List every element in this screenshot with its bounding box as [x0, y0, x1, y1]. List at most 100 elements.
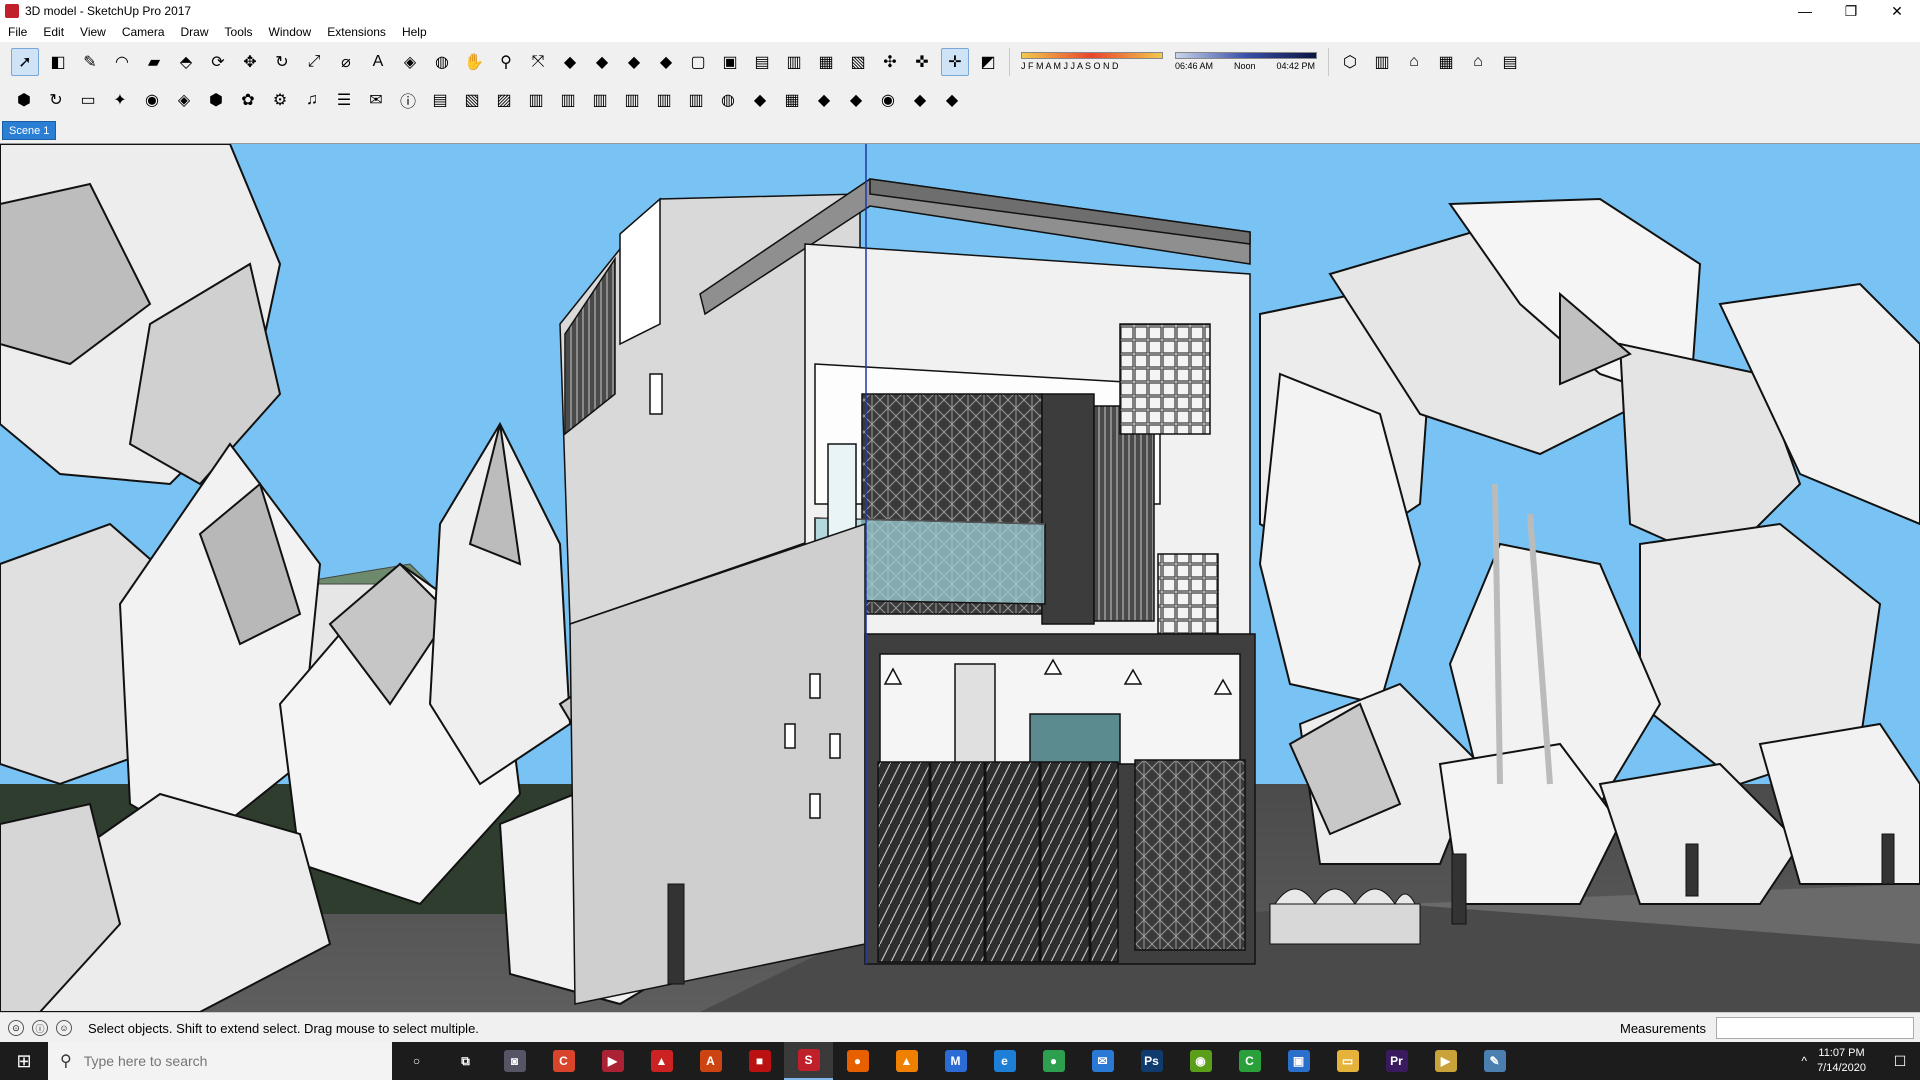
rotate-tool-icon[interactable]: ↻ [269, 49, 295, 75]
notification-icon[interactable]: ☐ [1880, 1053, 1920, 1070]
minimize-button[interactable]: — [1782, 0, 1828, 22]
push-pull-tool-icon[interactable]: ⬘ [173, 49, 199, 75]
panel-layout-1-icon[interactable]: ▥ [523, 87, 549, 113]
3d-warehouse-icon[interactable]: ◆ [557, 49, 583, 75]
vray-proxy-icon[interactable]: ◈ [171, 87, 197, 113]
menu-edit[interactable]: Edit [35, 25, 72, 39]
scale-tool-icon[interactable]: ⤢ [301, 49, 327, 75]
eraser-tool-icon[interactable]: ◧ [45, 49, 71, 75]
sandbox-smoove-icon[interactable]: ◆ [811, 87, 837, 113]
export-web-icon[interactable]: ▨ [491, 87, 517, 113]
move-tool-icon[interactable]: ✥ [237, 49, 263, 75]
close-button[interactable]: ✕ [1874, 0, 1920, 22]
vray-settings-icon[interactable]: ⚙ [267, 87, 293, 113]
taskbar-app[interactable]: ✉ [1078, 1042, 1127, 1080]
month-slider[interactable] [1021, 52, 1163, 59]
orbit-tool-icon[interactable]: ◍ [429, 49, 455, 75]
time-slider[interactable] [1175, 52, 1317, 59]
search-input[interactable] [81, 1052, 366, 1070]
sandbox-stamp-icon[interactable]: ◆ [843, 87, 869, 113]
panel-layout-5-icon[interactable]: ▥ [651, 87, 677, 113]
menu-tools[interactable]: Tools [217, 25, 261, 39]
tape-measure-tool-icon[interactable]: ⌀ [333, 49, 359, 75]
shaded-style-icon[interactable]: ▦ [813, 49, 839, 75]
taskbar-app[interactable]: ● [833, 1042, 882, 1080]
wireframe-style-icon[interactable]: ▤ [749, 49, 775, 75]
sliders-icon[interactable]: ☰ [331, 87, 357, 113]
back-view-icon[interactable]: ⌂ [1465, 49, 1491, 75]
offset-tool-icon[interactable]: ⟳ [205, 49, 231, 75]
model-scene[interactable] [0, 144, 1920, 1012]
taskbar-search[interactable]: ⚲ [48, 1042, 392, 1080]
taskbar-app[interactable]: e [980, 1042, 1029, 1080]
sandbox-flip-edge-icon[interactable]: ◆ [939, 87, 965, 113]
shadows-toggle-icon[interactable]: ◩ [975, 49, 1001, 75]
front-view-icon[interactable]: ⌂ [1401, 49, 1427, 75]
panel-layout-2-icon[interactable]: ▥ [555, 87, 581, 113]
taskbar-app[interactable]: ▲ [882, 1042, 931, 1080]
taskbar-app[interactable]: ✎ [1470, 1042, 1519, 1080]
back-edges-style-icon[interactable]: ▣ [717, 49, 743, 75]
restore-button[interactable]: ❐ [1828, 0, 1874, 22]
audio-icon[interactable]: ♫ [299, 87, 325, 113]
line-tool-icon[interactable]: ✎ [77, 49, 103, 75]
display-section-cuts-icon[interactable]: ✛ [941, 47, 969, 76]
menu-draw[interactable]: Draw [173, 25, 217, 39]
hidden-line-style-icon[interactable]: ▥ [781, 49, 807, 75]
layout-icon[interactable]: ◆ [621, 49, 647, 75]
clock[interactable]: 11:07 PM 7/14/2020 [1817, 1046, 1866, 1076]
shadow-settings[interactable]: J F M A M J J A S O N D 06:46 AM Noon 04… [1021, 52, 1317, 71]
tray-expand-icon[interactable]: ^ [1801, 1054, 1807, 1068]
extension-warehouse-icon[interactable]: ◆ [589, 49, 615, 75]
sandbox-from-scratch-icon[interactable]: ▦ [779, 87, 805, 113]
panel-layout-4-icon[interactable]: ▥ [619, 87, 645, 113]
taskbar-app[interactable]: M [931, 1042, 980, 1080]
taskbar-app[interactable]: S [784, 1042, 833, 1080]
taskbar-app[interactable]: ▲ [637, 1042, 686, 1080]
taskbar-app[interactable]: A [686, 1042, 735, 1080]
measurements-input[interactable] [1716, 1017, 1914, 1039]
vray-camera-icon[interactable]: ◉ [139, 87, 165, 113]
panel-layout-3-icon[interactable]: ▥ [587, 87, 613, 113]
taskbar-app[interactable]: ◙ [490, 1042, 539, 1080]
panel-layout-6-icon[interactable]: ▥ [683, 87, 709, 113]
menu-extensions[interactable]: Extensions [319, 25, 394, 39]
vray-interactive-icon[interactable]: ↻ [43, 87, 69, 113]
user-icon[interactable]: ☺ [56, 1020, 72, 1036]
rectangle-tool-icon[interactable]: ▰ [141, 49, 167, 75]
menu-file[interactable]: File [0, 25, 35, 39]
taskbar-app[interactable]: ● [1029, 1042, 1078, 1080]
taskbar-app[interactable]: C [539, 1042, 588, 1080]
vray-framebuffer-icon[interactable]: ▭ [75, 87, 101, 113]
chat-icon[interactable]: ✉ [363, 87, 389, 113]
text-tool-icon[interactable]: A [365, 49, 391, 75]
3d-viewport[interactable] [0, 144, 1920, 1012]
taskbar-app[interactable]: ▭ [1323, 1042, 1372, 1080]
vray-asset-editor-icon[interactable]: ⬢ [203, 87, 229, 113]
top-view-icon[interactable]: ▥ [1369, 49, 1395, 75]
taskbar-app[interactable]: Pr [1372, 1042, 1421, 1080]
menu-camera[interactable]: Camera [114, 25, 173, 39]
vray-render-icon[interactable]: ⬢ [11, 87, 37, 113]
taskbar-app[interactable]: Ps [1127, 1042, 1176, 1080]
textured-style-icon[interactable]: ▧ [845, 49, 871, 75]
ruby-console-icon[interactable]: ◆ [653, 49, 679, 75]
taskbar-app[interactable]: ○ [392, 1042, 441, 1080]
zoom-extents-tool-icon[interactable]: ⤧ [525, 49, 551, 75]
taskbar-app[interactable]: ▶ [1421, 1042, 1470, 1080]
taskbar-app[interactable]: C [1225, 1042, 1274, 1080]
right-view-icon[interactable]: ▦ [1433, 49, 1459, 75]
taskbar-app[interactable]: ■ [735, 1042, 784, 1080]
taskbar-app[interactable]: ⧉ [441, 1042, 490, 1080]
arc-tool-icon[interactable]: ◠ [109, 49, 135, 75]
taskbar-app[interactable]: ▶ [588, 1042, 637, 1080]
scene-tab-1[interactable]: Scene 1 [2, 121, 57, 140]
left-view-icon[interactable]: ▤ [1497, 49, 1523, 75]
export-layout-icon[interactable]: ▤ [427, 87, 453, 113]
info-icon[interactable]: ⓘ [395, 87, 421, 113]
vray-light-icon[interactable]: ✦ [107, 87, 133, 113]
zoom-tool-icon[interactable]: ⚲ [493, 49, 519, 75]
iso-view-icon[interactable]: ⬡ [1337, 49, 1363, 75]
sandbox-drape-icon[interactable]: ◉ [875, 87, 901, 113]
globe-icon[interactable]: ◍ [715, 87, 741, 113]
